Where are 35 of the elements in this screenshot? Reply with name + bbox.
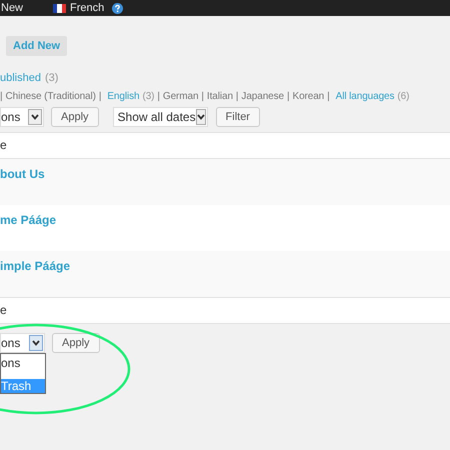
filter-separator: |	[236, 91, 238, 102]
language-filter[interactable]: Chinese (Traditional)	[6, 91, 96, 102]
filter-separator: |	[327, 91, 330, 102]
filter-separator: |	[157, 91, 160, 102]
apply-button[interactable]: Apply	[52, 333, 100, 353]
status-filter-link[interactable]: ublished	[0, 72, 41, 84]
column-footer: e	[0, 297, 450, 323]
language-count: (6)	[397, 91, 410, 102]
add-new-button[interactable]: Add New	[6, 36, 68, 56]
date-filter-select[interactable]: Show all dates	[112, 107, 208, 127]
dropdown-option[interactable]: Trash	[1, 379, 45, 393]
language-count: (3)	[142, 91, 154, 102]
language-filter[interactable]: Italian	[206, 91, 233, 102]
language-filter[interactable]: Japanese	[241, 91, 284, 102]
filter-button[interactable]: Filter	[216, 107, 260, 127]
filter-separator: |	[0, 91, 2, 102]
status-count: (3)	[44, 72, 58, 84]
filter-separator: |	[287, 91, 290, 102]
apply-button[interactable]: Apply	[51, 107, 99, 127]
help-icon[interactable]	[112, 2, 124, 14]
language-filter[interactable]: German	[162, 91, 198, 102]
page-title-link[interactable]: bout Us	[0, 167, 45, 181]
language-menu[interactable]: French	[70, 2, 104, 14]
dropdown-option[interactable]: ons	[1, 356, 45, 370]
language-filter[interactable]: Korean	[292, 91, 324, 102]
language-filter-link[interactable]: All languages	[336, 91, 394, 102]
bulk-actions-select[interactable]: ons	[0, 107, 44, 127]
menu-item[interactable]: New	[1, 2, 24, 14]
page-title-link[interactable]: imple Pááge	[0, 259, 70, 273]
language-filter-link[interactable]: English	[107, 91, 140, 102]
flag-icon	[53, 4, 66, 12]
filter-separator: |	[201, 91, 204, 102]
filter-separator: |	[98, 91, 102, 102]
bulk-actions-select[interactable]: ons	[0, 333, 45, 353]
page-title-link[interactable]: me Pááge	[0, 213, 56, 227]
